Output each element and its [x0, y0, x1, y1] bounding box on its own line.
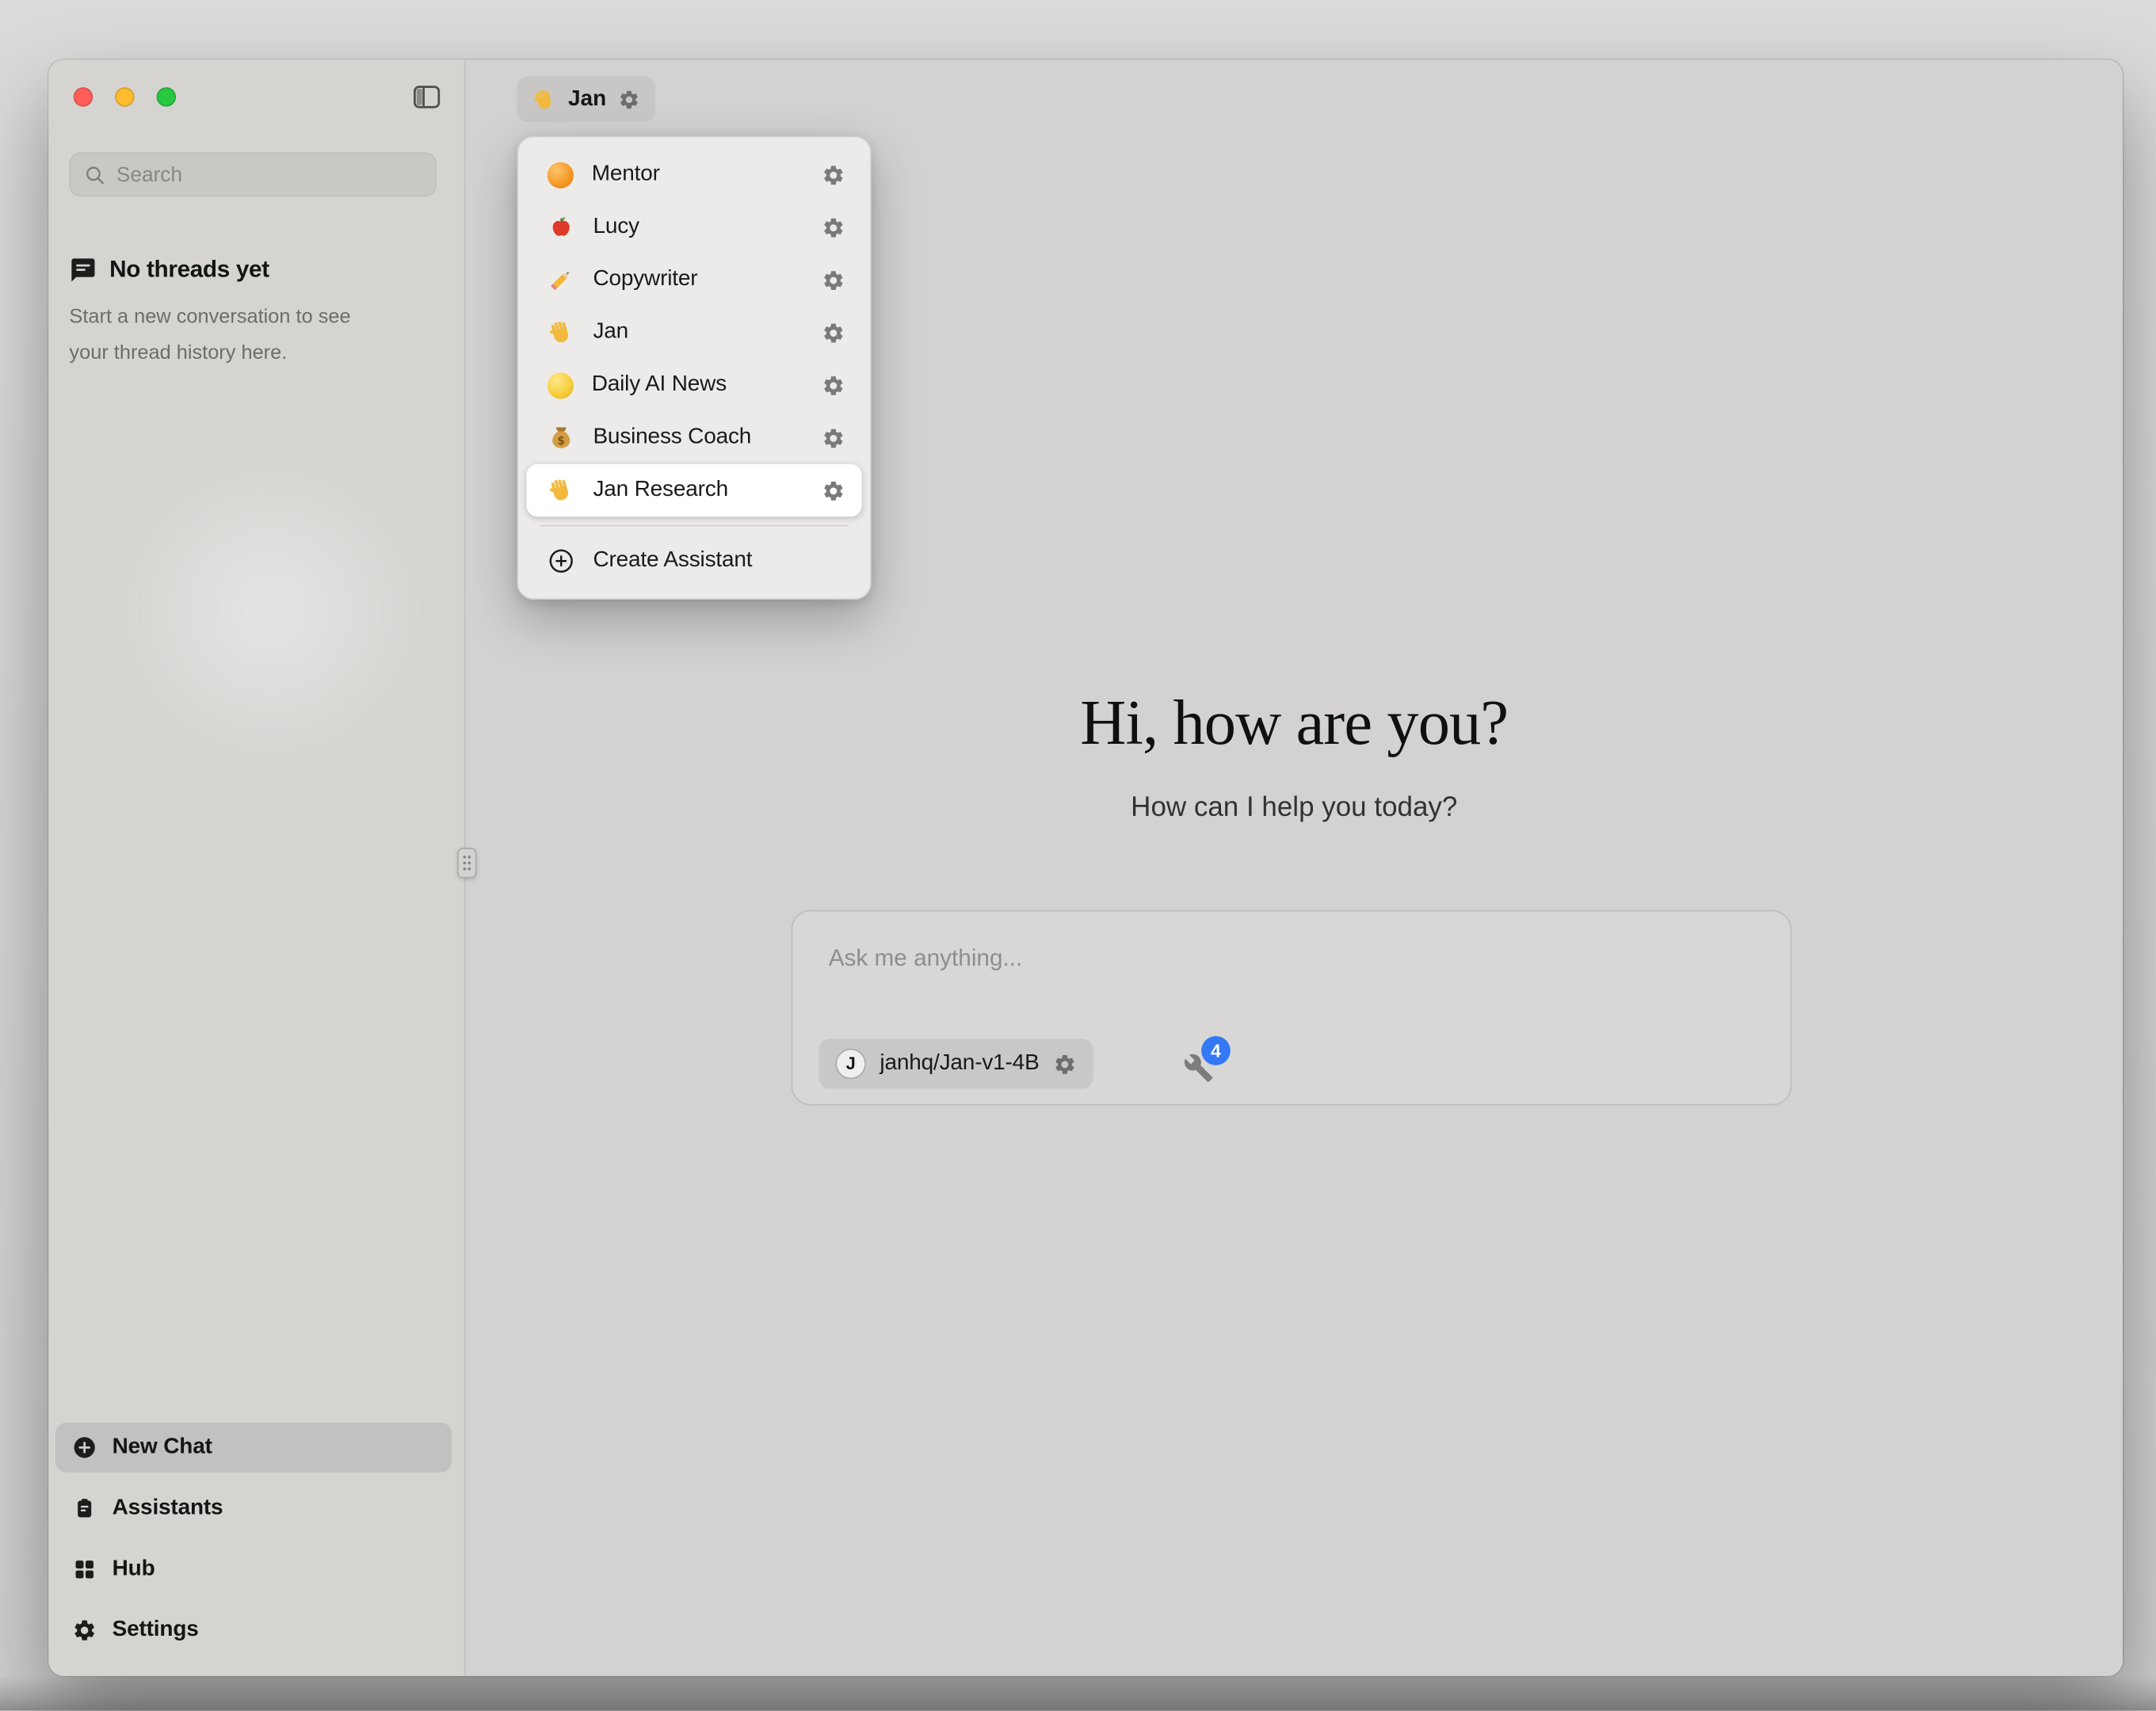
minimize-button[interactable] — [115, 87, 134, 106]
red-apple-emoji-icon — [548, 213, 575, 241]
sidebar-item-hub[interactable]: Hub — [55, 1545, 452, 1595]
chat-input[interactable] — [829, 945, 1743, 1025]
gear-icon[interactable] — [822, 478, 845, 502]
menu-item-daily-ai-news[interactable]: Daily AI News — [527, 359, 862, 411]
tools-button[interactable]: 4 — [1183, 1036, 1233, 1088]
jan-app-window: No threads yet Start a new conversation … — [48, 59, 2123, 1676]
model-settings-gear-icon[interactable] — [1053, 1052, 1077, 1076]
wave-emoji-icon — [548, 477, 575, 505]
sidebar-nav: New Chat Assistants Hub Settings — [55, 1423, 452, 1656]
nav-label: Hub — [113, 1557, 155, 1582]
menu-item-label: Jan Research — [593, 478, 822, 502]
greeting-title: Hi, how are you? — [466, 686, 2123, 760]
nav-label: New Chat — [113, 1435, 212, 1460]
empty-state-description: Start a new conversation to see your thr… — [69, 299, 432, 372]
zoom-button[interactable] — [157, 87, 176, 106]
orange-circle-emoji-icon — [548, 162, 574, 188]
sidebar-resize-handle[interactable] — [457, 848, 476, 878]
gear-icon[interactable] — [822, 373, 845, 397]
menu-item-jan-research[interactable]: Jan Research — [527, 464, 862, 516]
menu-item-copywriter[interactable]: Copywriter — [527, 253, 862, 306]
current-assistant-name: Jan — [568, 86, 606, 111]
menu-item-business-coach[interactable]: Business Coach — [527, 411, 862, 463]
sidebar-toggle-icon[interactable] — [411, 82, 441, 112]
wave-emoji-icon — [548, 318, 575, 346]
desktop-background: No threads yet Start a new conversation … — [0, 0, 2156, 1711]
hub-icon — [72, 1557, 97, 1582]
assistant-settings-gear-icon[interactable] — [617, 88, 639, 110]
gear-icon[interactable] — [822, 321, 845, 345]
greeting-subtitle: How can I help you today? — [466, 792, 2123, 824]
nav-label: Settings — [113, 1618, 199, 1642]
search-input[interactable] — [116, 162, 422, 186]
model-name: janhq/Jan-v1-4B — [880, 1051, 1039, 1076]
empty-state-title: No threads yet — [109, 257, 269, 284]
assistants-icon — [72, 1496, 97, 1521]
menu-item-label: Mentor — [592, 162, 822, 187]
menu-item-label: Create Assistant — [593, 548, 845, 573]
menu-item-label: Business Coach — [593, 425, 822, 450]
desktop-bottom-shade — [0, 1675, 2156, 1710]
sidebar-item-settings[interactable]: Settings — [55, 1606, 452, 1656]
pencil-emoji-icon — [548, 266, 575, 294]
menu-item-label: Jan — [593, 320, 822, 345]
gear-icon[interactable] — [822, 162, 845, 186]
new-chat-button[interactable]: New Chat — [55, 1423, 452, 1473]
plus-circle-icon — [72, 1435, 97, 1460]
sidebar-item-assistants[interactable]: Assistants — [55, 1484, 452, 1534]
sidebar: No threads yet Start a new conversation … — [48, 59, 464, 1676]
menu-separator — [540, 525, 848, 527]
menu-item-label: Lucy — [593, 215, 822, 239]
gear-icon[interactable] — [822, 268, 845, 292]
chat-composer: J janhq/Jan-v1-4B 4 — [792, 910, 1792, 1106]
window-controls — [74, 87, 176, 106]
sidebar-glow-decoration — [104, 461, 437, 794]
menu-item-label: Copywriter — [593, 267, 822, 292]
gear-icon[interactable] — [822, 215, 845, 239]
gear-icon — [72, 1618, 97, 1642]
money-bag-emoji-icon — [548, 424, 575, 452]
create-assistant-button[interactable]: Create Assistant — [527, 535, 862, 587]
tools-count-badge: 4 — [1201, 1036, 1231, 1065]
model-selector-button[interactable]: J janhq/Jan-v1-4B — [819, 1039, 1093, 1089]
menu-item-lucy[interactable]: Lucy — [527, 201, 862, 253]
main-area: Jan Mentor Lucy Copywriter — [464, 59, 2123, 1676]
gear-icon[interactable] — [822, 426, 845, 450]
chat-bubble-icon — [69, 257, 97, 284]
plus-circle-icon — [548, 547, 575, 575]
menu-item-mentor[interactable]: Mentor — [527, 148, 862, 200]
empty-threads-state: No threads yet Start a new conversation … — [69, 257, 432, 372]
menu-item-label: Daily AI News — [592, 372, 822, 397]
yellow-circle-emoji-icon — [548, 372, 574, 398]
menu-item-jan[interactable]: Jan — [527, 306, 862, 358]
greeting-block: Hi, how are you? How can I help you toda… — [466, 686, 2123, 825]
nav-label: Assistants — [113, 1496, 223, 1521]
wave-emoji-icon — [532, 86, 557, 111]
search-input-container[interactable] — [69, 152, 436, 196]
close-button[interactable] — [74, 87, 93, 106]
assistant-selector-button[interactable]: Jan — [517, 76, 654, 122]
model-provider-badge: J — [835, 1049, 865, 1079]
search-icon — [83, 162, 107, 186]
assistant-dropdown-menu: Mentor Lucy Copywriter Jan — [517, 135, 872, 600]
